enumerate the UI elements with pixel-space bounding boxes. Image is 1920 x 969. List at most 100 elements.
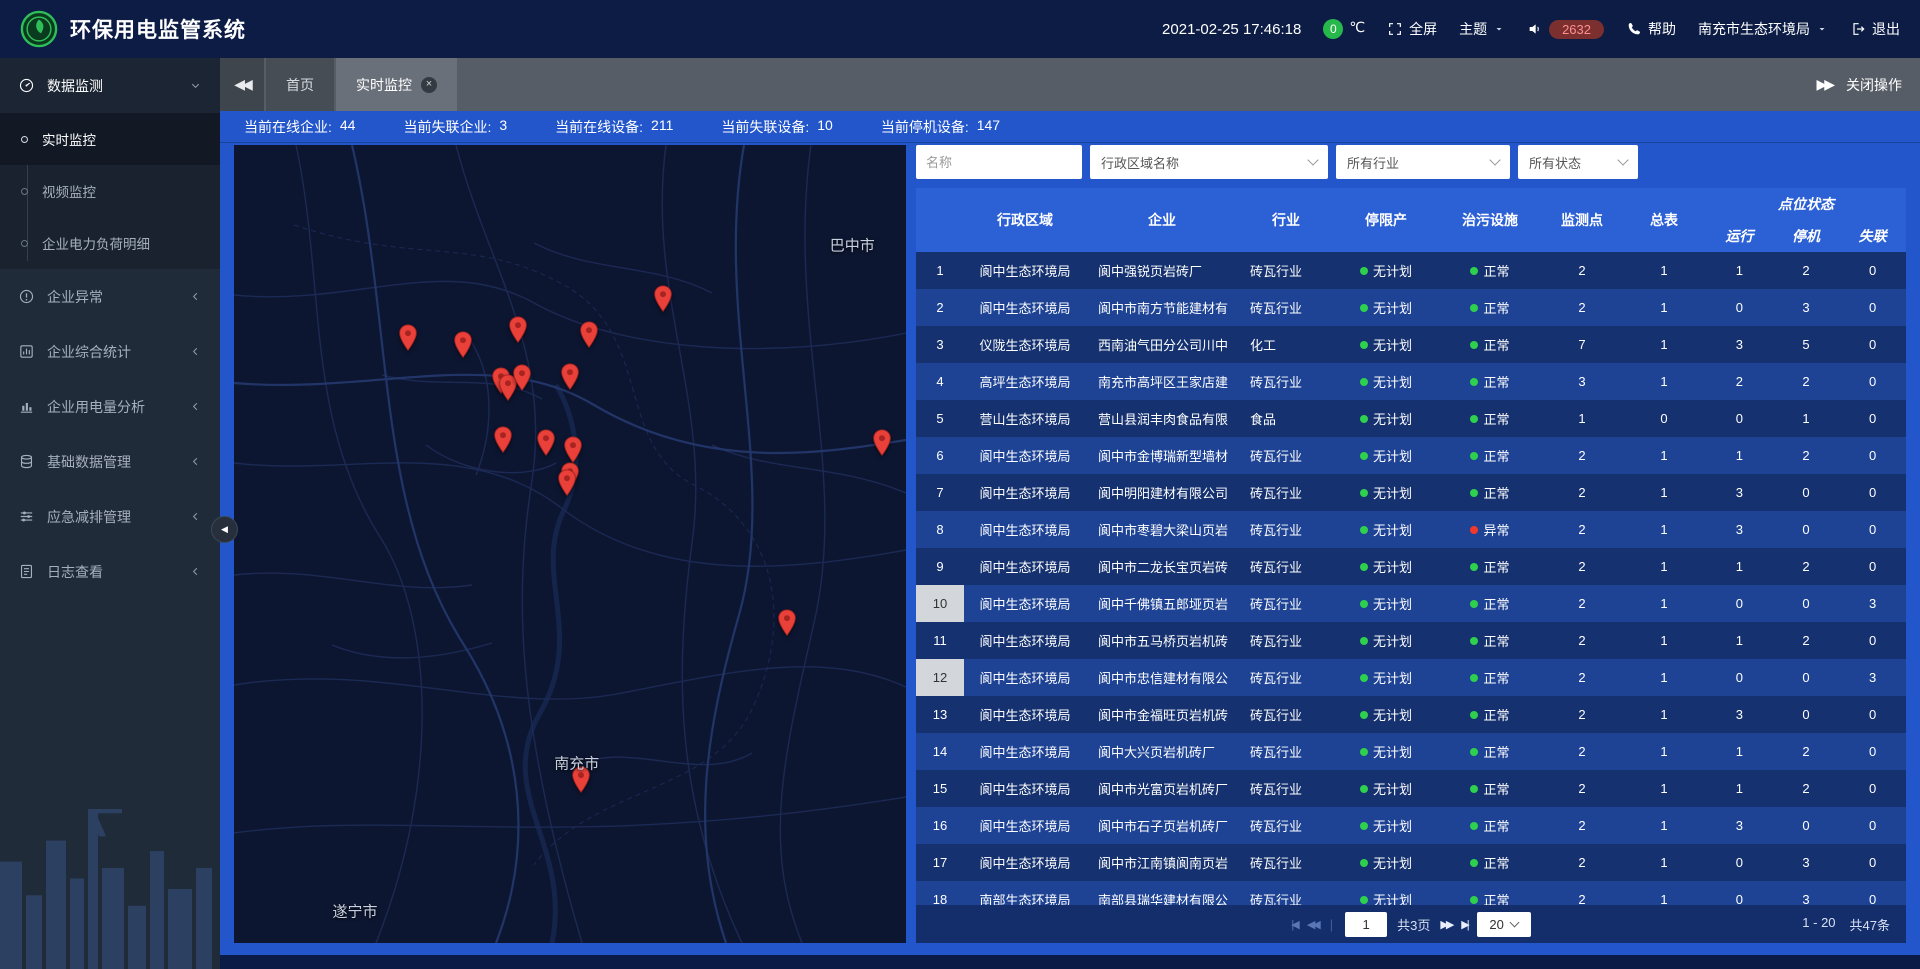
close-operations-button[interactable]: ▶▶ 关闭操作 (1798, 58, 1920, 111)
tabs-scroll-left-button[interactable]: ◀◀ (220, 58, 264, 111)
prev-page-button[interactable]: ◀◀ (1307, 918, 1318, 931)
sidebar-item-video-monitoring[interactable]: 视频监控 (0, 165, 220, 217)
map-pin-icon[interactable] (560, 363, 581, 396)
map-pin-icon[interactable] (872, 429, 893, 462)
cell-limit: 无计划 (1334, 437, 1438, 474)
cell-region: 阆中生态环境局 (964, 844, 1086, 881)
cell-total: 1 (1622, 622, 1706, 659)
table-row[interactable]: 16阆中生态环境局阆中市石子页岩机砖厂砖瓦行业无计划正常21300 (916, 807, 1906, 844)
double-left-arrow-icon: ◀◀ (234, 76, 250, 93)
table-row[interactable]: 11阆中生态环境局阆中市五马桥页岩机砖砖瓦行业无计划正常21120 (916, 622, 1906, 659)
content-area: ◀ (220, 143, 1920, 955)
first-page-button[interactable]: |◀ (1291, 918, 1296, 931)
map-pin-icon[interactable] (535, 429, 556, 462)
map-pin-icon[interactable] (557, 469, 578, 502)
main-area: ◀◀ 首页 实时监控 × ▶▶ 关闭操作 当前在线企业:44当前失联企业:3当前… (220, 58, 1920, 969)
table-row[interactable]: 13阆中生态环境局阆中市金福旺页岩机砖砖瓦行业无计划正常21300 (916, 696, 1906, 733)
status-dot (1360, 748, 1368, 756)
cell-monitor: 2 (1542, 807, 1622, 844)
sidebar-group-enterprise-abnormal[interactable]: 企业异常 (0, 269, 220, 324)
cell-region: 阆中生态环境局 (964, 770, 1086, 807)
industry-filter-select[interactable]: 所有行业 (1336, 145, 1510, 179)
sidebar-item-power-load-detail[interactable]: 企业电力负荷明细 (0, 217, 220, 269)
map-pin-icon[interactable] (777, 609, 798, 642)
name-filter-input[interactable] (916, 145, 1082, 179)
cell-limit: 无计划 (1334, 326, 1438, 363)
cell-stop: 5 (1773, 326, 1840, 363)
table-row[interactable]: 1阆中生态环境局阆中强锐页岩砖厂砖瓦行业无计划正常21120 (916, 252, 1906, 289)
sidebar-group-power-consumption-analysis[interactable]: 企业用电量分析 (0, 379, 220, 434)
map-pin-icon[interactable] (512, 364, 533, 397)
region-filter-select[interactable]: 行政区域名称 (1090, 145, 1328, 179)
theme-dropdown[interactable]: 主题 (1459, 19, 1505, 39)
row-index: 8 (916, 511, 964, 548)
map-panel[interactable]: 巴中市南充市遂宁市 (234, 145, 906, 943)
logout-button[interactable]: 退出 (1850, 19, 1900, 39)
table-row[interactable]: 8阆中生态环境局阆中市枣碧大梁山页岩砖瓦行业无计划异常21300 (916, 511, 1906, 548)
cell-total: 1 (1622, 326, 1706, 363)
cell-region: 阆中生态环境局 (964, 252, 1086, 289)
sidebar-group-enterprise-statistics[interactable]: 企业综合统计 (0, 324, 220, 379)
table-row[interactable]: 6阆中生态环境局阆中市金博瑞新型墙材砖瓦行业无计划正常21120 (916, 437, 1906, 474)
table-row[interactable]: 12阆中生态环境局阆中市忠信建材有限公砖瓦行业无计划正常21003 (916, 659, 1906, 696)
status-dot (1360, 378, 1368, 386)
cell-industry: 砖瓦行业 (1238, 659, 1334, 696)
sidebar-group-basic-data-management[interactable]: 基础数据管理 (0, 434, 220, 489)
table-row[interactable]: 4高坪生态环境局南充市高坪区王家店建砖瓦行业无计划正常31220 (916, 363, 1906, 400)
table-row[interactable]: 17阆中生态环境局阆中市江南镇阆南页岩砖瓦行业无计划正常21030 (916, 844, 1906, 881)
map-pin-icon[interactable] (453, 331, 474, 364)
table-row[interactable]: 15阆中生态环境局阆中市光富页岩机砖厂砖瓦行业无计划正常21120 (916, 770, 1906, 807)
cell-total: 1 (1622, 807, 1706, 844)
temperature-value: 0 (1323, 19, 1343, 39)
chevron-down-icon (1489, 154, 1500, 165)
page-number-input[interactable] (1345, 912, 1387, 937)
sidebar-item-realtime-monitoring[interactable]: 实时监控 (0, 113, 220, 165)
map-collapse-button[interactable]: ◀ (211, 516, 238, 543)
map-pin-icon[interactable] (653, 285, 674, 318)
table-row[interactable]: 5营山生态环境局营山县润丰肉食品有限食品无计划正常10010 (916, 400, 1906, 437)
status-dot (1360, 341, 1368, 349)
cell-region: 阆中生态环境局 (964, 437, 1086, 474)
cell-company: 阆中市忠信建材有限公 (1086, 659, 1238, 696)
cell-run: 1 (1706, 733, 1773, 770)
cell-limit: 无计划 (1334, 622, 1438, 659)
cell-facility: 正常 (1438, 363, 1542, 400)
status-dot (1470, 637, 1478, 645)
map-pin-icon[interactable] (398, 324, 419, 357)
map-roads-decoration (234, 145, 906, 943)
org-dropdown[interactable]: 南充市生态环境局 (1698, 19, 1828, 39)
table-panel: 行政区域名称 所有行业 所有状态 (916, 145, 1906, 943)
table-row[interactable]: 9阆中生态环境局阆中市二龙长宝页岩砖砖瓦行业无计划正常21120 (916, 548, 1906, 585)
tab-close-icon[interactable]: × (421, 77, 437, 93)
status-dot (1470, 563, 1478, 571)
table-row[interactable]: 2阆中生态环境局阆中市南方节能建材有砖瓦行业无计划正常21030 (916, 289, 1906, 326)
cell-industry: 砖瓦行业 (1238, 289, 1334, 326)
table-row[interactable]: 18南部生态环境局南部县瑞华建材有限公砖瓦行业无计划正常21030 (916, 881, 1906, 905)
map-pin-icon[interactable] (507, 316, 528, 349)
map-pin-icon[interactable] (493, 426, 514, 459)
help-button[interactable]: 帮助 (1626, 19, 1676, 39)
cell-company: 西南油气田分公司川中 (1086, 326, 1238, 363)
next-page-button[interactable]: ▶▶ (1440, 918, 1451, 931)
row-index: 17 (916, 844, 964, 881)
fullscreen-button[interactable]: 全屏 (1387, 19, 1437, 39)
cell-facility: 正常 (1438, 326, 1542, 363)
table-row[interactable]: 7阆中生态环境局阆中明阳建材有限公司砖瓦行业无计划正常21300 (916, 474, 1906, 511)
sidebar-group-data-monitoring[interactable]: 数据监测 (0, 58, 220, 113)
sidebar-group-log-view[interactable]: 日志查看 (0, 544, 220, 599)
sidebar-group-emergency-reduction[interactable]: 应急减排管理 (0, 489, 220, 544)
status-dot (1470, 526, 1478, 534)
tab-realtime-monitoring[interactable]: 实时监控 × (336, 58, 457, 111)
cell-monitor: 2 (1542, 474, 1622, 511)
map-pin-icon[interactable] (579, 321, 600, 354)
table-row[interactable]: 14阆中生态环境局阆中大兴页岩机砖厂砖瓦行业无计划正常21120 (916, 733, 1906, 770)
alert-counter[interactable]: 2632 (1527, 20, 1604, 39)
table-row[interactable]: 3仪陇生态环境局西南油气田分公司川中化工无计划正常71350 (916, 326, 1906, 363)
table-row[interactable]: 10阆中生态环境局阆中千佛镇五郎垭页岩砖瓦行业无计划正常21003 (916, 585, 1906, 622)
last-page-button[interactable]: ▶| (1461, 918, 1466, 931)
status-filter-select[interactable]: 所有状态 (1518, 145, 1638, 179)
page-size-select[interactable]: 20 (1477, 912, 1531, 937)
cell-company: 阆中市光富页岩机砖厂 (1086, 770, 1238, 807)
cell-run: 2 (1706, 363, 1773, 400)
tab-home[interactable]: 首页 (266, 58, 334, 111)
